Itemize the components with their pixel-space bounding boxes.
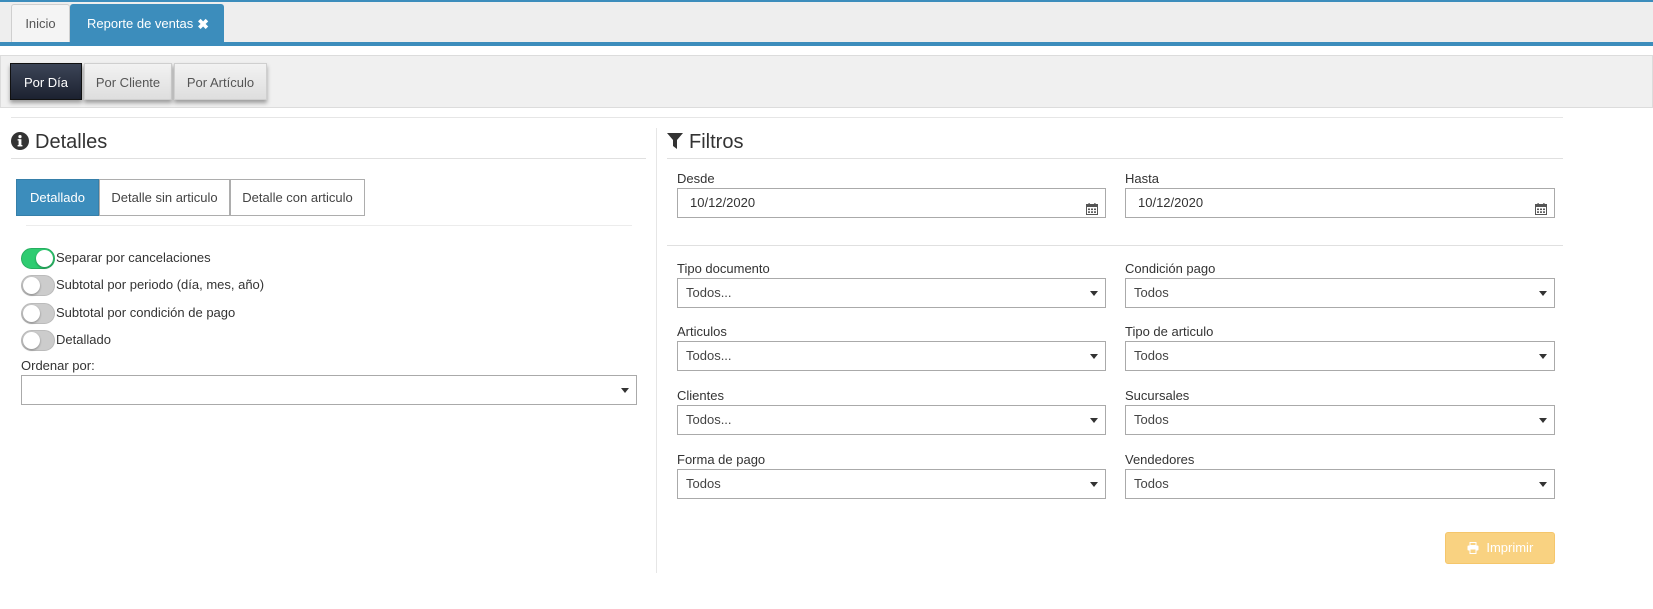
switch[interactable] bbox=[21, 248, 55, 269]
chevron-down-icon bbox=[1539, 354, 1547, 359]
forma-pago-value: Todos bbox=[686, 476, 721, 491]
tab-por-cliente[interactable]: Por Cliente bbox=[84, 63, 172, 100]
vendedores-value: Todos bbox=[1134, 476, 1169, 491]
chevron-down-icon bbox=[1090, 291, 1098, 296]
chevron-down-icon bbox=[621, 388, 629, 393]
chevron-down-icon bbox=[1090, 418, 1098, 423]
detalles-title: Detalles bbox=[35, 131, 108, 153]
divider bbox=[11, 117, 1563, 118]
tipo-documento-value: Todos... bbox=[686, 285, 732, 300]
toggle-label: Separar por cancelaciones bbox=[56, 250, 211, 265]
toggle-label: Subtotal por periodo (día, mes, año) bbox=[56, 277, 265, 292]
clientes-value: Todos... bbox=[686, 412, 732, 427]
toggle-label: Subtotal por condición de pago bbox=[56, 305, 236, 320]
tab-reporte-ventas[interactable]: Reporte de ventas ✖ bbox=[70, 4, 224, 42]
chevron-down-icon bbox=[1539, 291, 1547, 296]
tipo-articulo-label: Tipo de articulo bbox=[1125, 324, 1214, 339]
close-icon[interactable]: ✖ bbox=[197, 5, 209, 43]
vendedores-select[interactable]: Todos bbox=[1125, 469, 1555, 499]
tab-por-articulo[interactable]: Por Artículo bbox=[174, 63, 267, 100]
filters-divider bbox=[667, 245, 1563, 246]
buttons-rule bbox=[26, 225, 632, 226]
filter-icon bbox=[667, 133, 683, 156]
desde-date-input[interactable]: 10/12/2020 bbox=[677, 188, 1106, 218]
info-icon bbox=[11, 132, 29, 156]
sucursales-label: Sucursales bbox=[1125, 388, 1190, 403]
condicion-pago-label: Condición pago bbox=[1125, 261, 1216, 276]
calendar-icon[interactable] bbox=[1535, 197, 1547, 225]
detalle-con-articulo-button[interactable]: Detalle con articulo bbox=[230, 179, 365, 216]
condicion-pago-select[interactable]: Todos bbox=[1125, 278, 1555, 308]
printer-icon bbox=[1467, 540, 1487, 555]
tipo-documento-select[interactable]: Todos... bbox=[677, 278, 1106, 308]
vendedores-label: Vendedores bbox=[1125, 452, 1195, 467]
sucursales-value: Todos bbox=[1134, 412, 1169, 427]
desde-value: 10/12/2020 bbox=[690, 195, 756, 210]
switch[interactable] bbox=[21, 275, 55, 296]
forma-pago-label: Forma de pago bbox=[677, 452, 766, 467]
chevron-down-icon bbox=[1090, 354, 1098, 359]
articulos-label: Articulos bbox=[677, 324, 727, 339]
detallado-button[interactable]: Detallado bbox=[16, 179, 99, 216]
clientes-select[interactable]: Todos... bbox=[677, 405, 1106, 435]
column-divider bbox=[656, 128, 657, 573]
chevron-down-icon bbox=[1539, 418, 1547, 423]
filtros-header: Filtros bbox=[667, 131, 743, 156]
ordenar-label: Ordenar por: bbox=[21, 358, 95, 373]
hasta-label: Hasta bbox=[1125, 171, 1159, 186]
switch[interactable] bbox=[21, 330, 55, 351]
detalle-sin-articulo-button[interactable]: Detalle sin articulo bbox=[99, 179, 230, 216]
hasta-value: 10/12/2020 bbox=[1138, 195, 1204, 210]
report-type-toolbar: Por Día Por Cliente Por Artículo bbox=[0, 55, 1653, 108]
desde-label: Desde bbox=[677, 171, 715, 186]
tipo-documento-label: Tipo documento bbox=[677, 261, 770, 276]
calendar-icon[interactable] bbox=[1086, 197, 1098, 225]
tab-inicio[interactable]: Inicio bbox=[11, 4, 70, 42]
sucursales-select[interactable]: Todos bbox=[1125, 405, 1555, 435]
articulos-value: Todos... bbox=[686, 348, 732, 363]
hasta-date-input[interactable]: 10/12/2020 bbox=[1125, 188, 1555, 218]
imprimir-label: Imprimir bbox=[1486, 540, 1534, 555]
condicion-pago-value: Todos bbox=[1134, 285, 1169, 300]
detalles-rule bbox=[11, 158, 646, 159]
clientes-label: Clientes bbox=[677, 388, 724, 403]
filtros-rule bbox=[667, 158, 1563, 159]
tab-por-dia[interactable]: Por Día bbox=[10, 63, 82, 100]
forma-pago-select[interactable]: Todos bbox=[677, 469, 1106, 499]
switch[interactable] bbox=[21, 303, 55, 324]
tab-bar-rule bbox=[0, 42, 1653, 46]
chevron-down-icon bbox=[1090, 482, 1098, 487]
tipo-articulo-value: Todos bbox=[1134, 348, 1169, 363]
imprimir-button[interactable]: Imprimir bbox=[1445, 532, 1555, 564]
chevron-down-icon bbox=[1539, 482, 1547, 487]
articulos-select[interactable]: Todos... bbox=[677, 341, 1106, 371]
detalles-header: Detalles bbox=[11, 131, 107, 156]
tipo-articulo-select[interactable]: Todos bbox=[1125, 341, 1555, 371]
ordenar-select[interactable] bbox=[21, 375, 637, 405]
toggle-label: Detallado bbox=[56, 332, 111, 347]
top-tab-bar: Inicio Reporte de ventas ✖ bbox=[0, 0, 1653, 46]
filtros-title: Filtros bbox=[689, 131, 744, 153]
tab-reporte-label: Reporte de ventas bbox=[87, 16, 194, 31]
